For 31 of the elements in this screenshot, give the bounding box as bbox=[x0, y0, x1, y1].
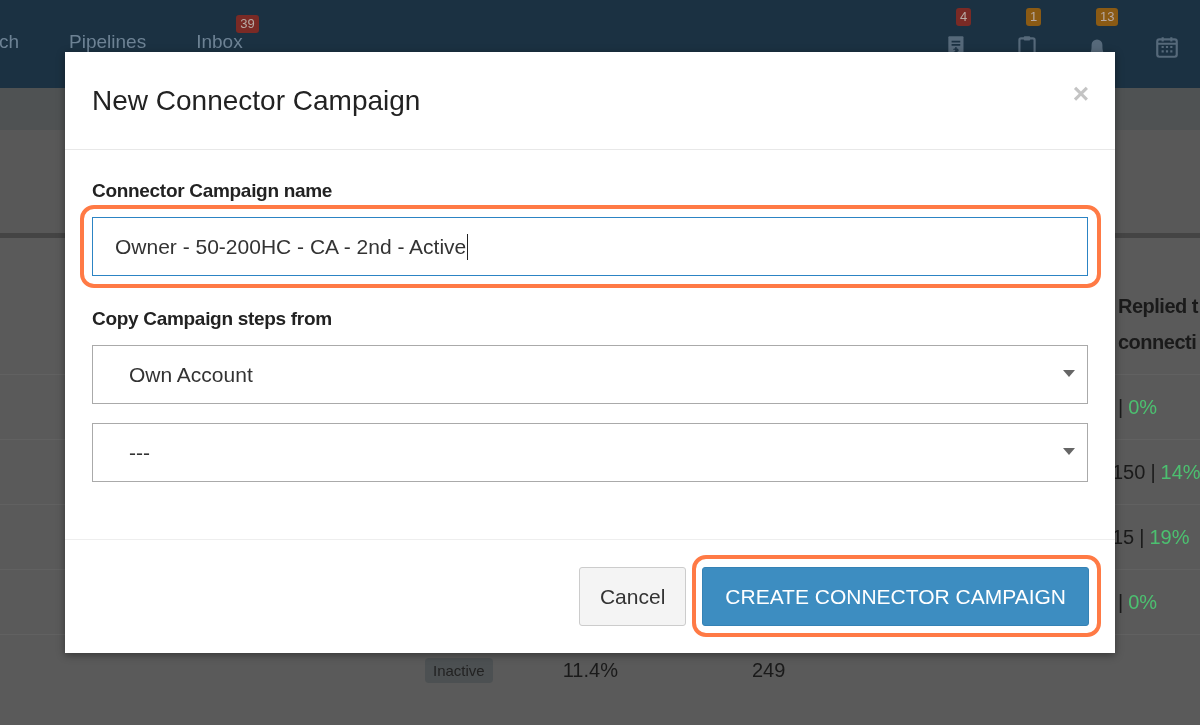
nav-link[interactable]: Inbox bbox=[194, 31, 245, 53]
count-badge: 13 bbox=[1096, 8, 1119, 26]
field-label: Copy Campaign steps from bbox=[92, 308, 333, 330]
create-button[interactable]: CREATE CONNECTOR CAMPAIGN bbox=[702, 567, 1089, 626]
field-label: Connector Campaign name bbox=[92, 180, 334, 202]
table-cell: 15 bbox=[1112, 525, 1135, 549]
separator: | bbox=[1118, 395, 1124, 419]
column-header: connecti bbox=[1118, 330, 1198, 355]
count-badge: 1 bbox=[1026, 8, 1042, 26]
cancel-button[interactable]: Cancel bbox=[578, 567, 687, 626]
text-field[interactable]: Owner - 50-200HC - CA - 2nd - Active bbox=[92, 217, 1088, 276]
separator: | bbox=[1139, 525, 1145, 549]
dialog-title: New Connector Campaign bbox=[92, 84, 421, 117]
percentage: 14% bbox=[1160, 460, 1200, 484]
percentage: 19% bbox=[1149, 525, 1190, 549]
dropdown[interactable]: Own Account bbox=[92, 345, 1088, 404]
separator: | bbox=[1118, 590, 1124, 614]
separator: | bbox=[1150, 460, 1156, 484]
count-badge: 4 bbox=[956, 8, 972, 26]
caret-icon bbox=[1063, 448, 1075, 455]
table-cell: 150 bbox=[1112, 460, 1146, 484]
column-header: Replied t bbox=[1118, 294, 1200, 319]
table-cell: 249 bbox=[751, 658, 786, 682]
count-badge: 39 bbox=[236, 15, 259, 33]
dropdown[interactable]: --- bbox=[92, 423, 1088, 482]
nav-link[interactable]: Pipelines bbox=[67, 31, 149, 53]
percentage: 0% bbox=[1128, 590, 1158, 614]
caret-icon bbox=[1063, 370, 1075, 377]
percentage: 0% bbox=[1128, 395, 1158, 419]
table-cell: 11.4% bbox=[562, 658, 618, 682]
nav-link[interactable]: ch bbox=[0, 31, 22, 53]
